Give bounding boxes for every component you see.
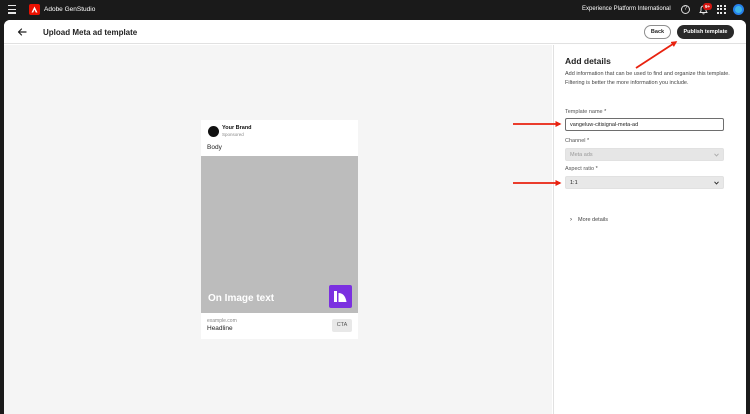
ad-image-placeholder: On Image text — [201, 156, 358, 313]
chevron-right-icon: › — [570, 217, 572, 223]
on-image-text: On Image text — [208, 293, 275, 304]
page-header: Upload Meta ad template Back Publish tem… — [4, 20, 746, 44]
channel-label: Channel * — [565, 138, 590, 144]
adobe-logo-icon — [29, 4, 40, 15]
org-switcher[interactable]: Experience Platform International — [582, 6, 671, 12]
channel-select: Meta ads — [565, 148, 724, 161]
app-name[interactable]: Adobe GenStudio — [44, 6, 95, 13]
ad-url: example.com — [207, 318, 237, 324]
template-name-input[interactable]: vangeluw-citisignal-meta-ad — [565, 118, 724, 131]
brand-avatar — [208, 126, 219, 137]
template-name-label: Template name * — [565, 109, 607, 115]
panel-heading: Add details — [565, 56, 611, 66]
back-button[interactable]: Back — [644, 25, 671, 39]
brand-name: Your Brand — [222, 125, 252, 131]
more-details-toggle[interactable]: › More details — [570, 217, 608, 223]
top-navigation: Adobe GenStudio Experience Platform Inte… — [0, 0, 750, 20]
page-title: Upload Meta ad template — [43, 28, 138, 37]
panel-description: Add information that can be used to find… — [565, 71, 730, 86]
aspect-ratio-label: Aspect ratio * — [565, 166, 598, 172]
notification-badge: 9+ — [703, 3, 713, 10]
template-preview-canvas: Your Brand Sponsored Body On Image text … — [4, 45, 552, 414]
ad-body-text: Body — [207, 144, 222, 151]
chevron-down-icon — [714, 153, 719, 157]
meta-ad-preview-card: Your Brand Sponsored Body On Image text … — [201, 120, 358, 339]
help-icon[interactable]: ? — [681, 5, 690, 14]
aspect-ratio-select[interactable]: 1:1 — [565, 176, 724, 189]
app-switcher-icon[interactable] — [717, 5, 726, 14]
publish-template-button[interactable]: Publish template — [677, 25, 734, 39]
main-frame: Upload Meta ad template Back Publish tem… — [4, 20, 746, 414]
user-avatar[interactable] — [733, 4, 744, 15]
ad-headline: Headline — [207, 325, 233, 332]
hamburger-menu-icon[interactable] — [8, 5, 16, 14]
back-arrow-icon[interactable] — [16, 26, 28, 38]
chevron-down-icon — [714, 181, 719, 185]
sponsored-label: Sponsored — [222, 132, 244, 137]
cta-button: CTA — [332, 319, 352, 332]
add-details-panel: Add details Add information that can be … — [553, 45, 746, 414]
brand-logo-icon — [329, 285, 352, 308]
